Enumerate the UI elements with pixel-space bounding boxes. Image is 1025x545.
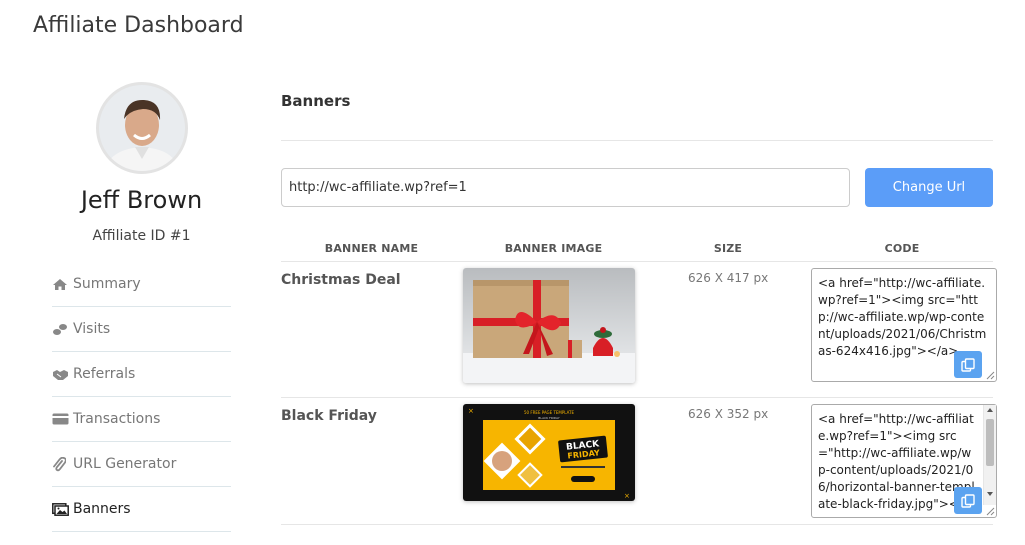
close-icon: × bbox=[624, 492, 630, 500]
page-title: Affiliate Dashboard bbox=[33, 13, 244, 38]
divider bbox=[281, 140, 993, 141]
column-header-code: CODE bbox=[884, 242, 920, 255]
section-title: Banners bbox=[281, 92, 351, 110]
handshake-icon bbox=[52, 367, 70, 381]
sidebar-item-label: Referrals bbox=[73, 366, 136, 382]
images-icon bbox=[52, 502, 70, 516]
copy-code-button[interactable] bbox=[954, 487, 982, 514]
footsteps-icon bbox=[52, 322, 70, 336]
column-header-size: SIZE bbox=[713, 242, 743, 255]
sidebar-item-transactions[interactable]: Transactions bbox=[52, 397, 231, 442]
sidebar-item-banners[interactable]: Banners bbox=[52, 487, 231, 532]
divider bbox=[281, 397, 993, 398]
banner-size: 626 X 417 px bbox=[688, 271, 769, 285]
banner-image-christmas bbox=[463, 268, 635, 383]
sidebar-nav: Summary Visits Referrals Transactions UR… bbox=[52, 262, 231, 532]
banner-image-black-friday: 50 FREE PAGE TEMPLATE BLACK FRIDAY BLACK… bbox=[463, 404, 635, 501]
banner-name: Black Friday bbox=[281, 408, 377, 424]
column-header-banner-name: BANNER NAME bbox=[324, 242, 419, 255]
scroll-down-icon[interactable] bbox=[984, 490, 996, 498]
sidebar-item-label: Summary bbox=[73, 276, 141, 292]
credit-card-icon bbox=[52, 412, 70, 426]
sidebar-item-url-generator[interactable]: URL Generator bbox=[52, 442, 231, 487]
sidebar-item-referrals[interactable]: Referrals bbox=[52, 352, 231, 397]
profile-name: Jeff Brown bbox=[80, 186, 203, 214]
scroll-up-icon[interactable] bbox=[984, 406, 996, 414]
code-scrollbar[interactable] bbox=[983, 405, 996, 505]
copy-icon bbox=[961, 357, 975, 372]
scrollbar-thumb[interactable] bbox=[986, 419, 994, 466]
sidebar-item-label: Visits bbox=[73, 321, 111, 337]
banner-image-top-text: 50 FREE PAGE TEMPLATE bbox=[524, 410, 575, 415]
sidebar-item-label: URL Generator bbox=[73, 456, 177, 472]
banner-size: 626 X 352 px bbox=[688, 407, 769, 421]
banner-image-sub-text: BLACK FRIDAY bbox=[538, 416, 560, 420]
resize-grip-icon[interactable] bbox=[985, 506, 995, 516]
affiliate-url-input[interactable] bbox=[281, 168, 850, 207]
copy-icon bbox=[961, 493, 975, 508]
affiliate-id: Affiliate ID #1 bbox=[92, 228, 191, 244]
resize-grip-icon[interactable] bbox=[985, 370, 995, 380]
divider bbox=[281, 261, 993, 262]
sidebar-item-label: Banners bbox=[73, 501, 131, 517]
change-url-button[interactable]: Change Url bbox=[865, 168, 993, 207]
copy-code-button[interactable] bbox=[954, 351, 982, 378]
sidebar-item-summary[interactable]: Summary bbox=[52, 262, 231, 307]
paperclip-icon bbox=[52, 456, 70, 471]
column-header-banner-image: BANNER IMAGE bbox=[504, 242, 603, 255]
close-icon: × bbox=[468, 407, 474, 415]
banner-name: Christmas Deal bbox=[281, 272, 401, 288]
home-icon bbox=[52, 277, 70, 291]
sidebar-item-label: Transactions bbox=[73, 411, 161, 427]
avatar-photo bbox=[99, 85, 185, 171]
divider bbox=[281, 524, 993, 525]
avatar bbox=[96, 82, 188, 174]
sidebar-item-visits[interactable]: Visits bbox=[52, 307, 231, 352]
